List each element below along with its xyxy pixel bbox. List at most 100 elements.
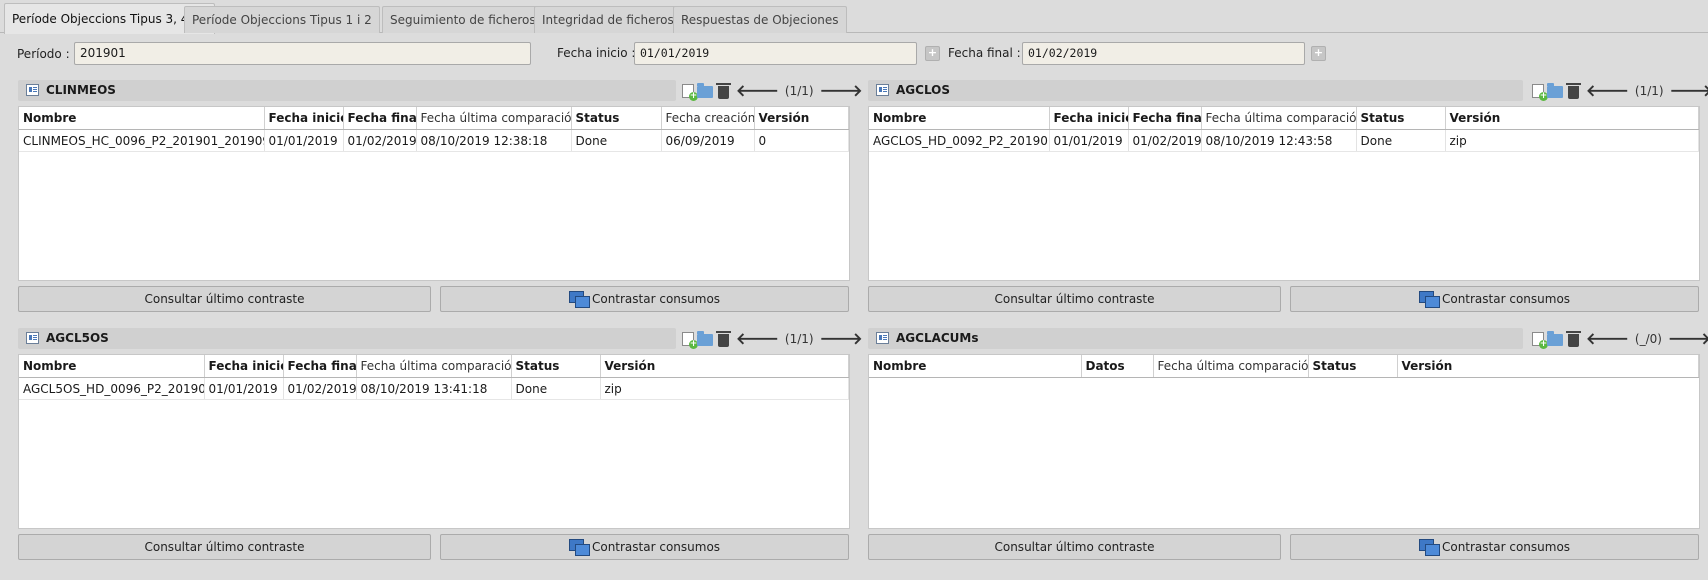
col-header[interactable]: Fecha última comparación — [1201, 107, 1357, 130]
arrow-right-icon[interactable]: 🡒 — [1668, 330, 1708, 347]
periodo-field[interactable]: 201901 — [74, 42, 531, 65]
panel-agcl5os-title: AGCL5OS — [18, 328, 676, 349]
button-label: Contrastar consumos — [591, 540, 721, 554]
monitors-icon — [568, 539, 590, 556]
tab-integridad-ficheros[interactable]: Integridad de ficheros — [534, 6, 682, 33]
new-file-icon[interactable] — [1532, 332, 1548, 349]
arrow-right-icon[interactable]: 🡒 — [820, 82, 863, 99]
col-header[interactable]: Versión — [754, 107, 849, 130]
consultar-ultimo-contraste-button[interactable]: Consultar último contraste — [18, 534, 431, 560]
table-row[interactable]: AGCL5OS_HD_0096_P2_201901 01/01/2019 01/… — [19, 377, 849, 400]
panel-agclos-title: AGCLOS — [868, 80, 1523, 101]
tab-respuestas-objeciones[interactable]: Respuestas de Objeciones — [673, 6, 847, 33]
cell-nombre: CLINMEOS_HC_0096_P2_201901_2019090 — [19, 129, 265, 152]
col-header[interactable]: Versión — [600, 355, 849, 378]
cell-fecha-creacion: 06/09/2019 — [661, 129, 755, 152]
cell-fecha-final: 01/02/2019 — [283, 377, 357, 400]
col-header[interactable]: Datos — [1081, 355, 1154, 378]
trash-icon[interactable] — [716, 330, 731, 347]
cell-version: 0 — [754, 129, 849, 152]
cell-status: Done — [511, 377, 601, 400]
col-header[interactable]: Status — [1356, 107, 1446, 130]
tab-seguimiento-ficheros[interactable]: Seguimiento de ficheros — [382, 6, 544, 33]
col-header[interactable]: Nombre — [869, 107, 1050, 130]
table-row[interactable]: AGCLOS_HD_0092_P2_201901 01/01/2019 01/0… — [869, 129, 1699, 152]
arrow-left-icon[interactable]: 🡐 — [1586, 82, 1629, 99]
contrastar-consumos-button[interactable]: Contrastar consumos — [440, 286, 849, 312]
consultar-ultimo-contraste-button[interactable]: Consultar último contraste — [868, 534, 1281, 560]
col-header[interactable]: Fecha creación — [661, 107, 755, 130]
trash-icon[interactable] — [1566, 330, 1581, 347]
col-header[interactable]: Fecha final — [283, 355, 357, 378]
arrow-left-icon[interactable]: 🡐 — [736, 82, 779, 99]
consultar-ultimo-contraste-button[interactable]: Consultar último contraste — [868, 286, 1281, 312]
col-header[interactable]: Fecha inicio — [204, 355, 284, 378]
contrastar-consumos-button[interactable]: Contrastar consumos — [440, 534, 849, 560]
col-header[interactable]: Fecha última comparación — [1153, 355, 1309, 378]
table-row[interactable]: CLINMEOS_HC_0096_P2_201901_2019090 01/01… — [19, 129, 849, 152]
cell-fecha-final: 01/02/2019 — [343, 129, 417, 152]
button-label: Contrastar consumos — [1441, 540, 1571, 554]
contrastar-consumos-button[interactable]: Contrastar consumos — [1290, 286, 1699, 312]
button-label: Contrastar consumos — [591, 292, 721, 306]
cell-fecha-comparacion: 08/10/2019 12:38:18 — [416, 129, 572, 152]
panel-title-text: AGCLOS — [896, 83, 951, 97]
monitors-icon — [1418, 539, 1440, 556]
col-header[interactable]: Status — [511, 355, 601, 378]
col-header[interactable]: Fecha inicio — [264, 107, 344, 130]
col-header[interactable]: Status — [571, 107, 662, 130]
new-file-icon[interactable] — [682, 84, 698, 101]
col-header[interactable]: Versión — [1397, 355, 1699, 378]
fecha-inicio-plus-icon[interactable]: + — [925, 46, 940, 61]
folder-icon[interactable] — [1547, 330, 1563, 346]
folder-icon[interactable] — [697, 330, 713, 346]
new-file-icon[interactable] — [682, 332, 698, 349]
panel-icon — [26, 84, 39, 96]
fecha-inicio-label: Fecha inicio : — [557, 46, 636, 60]
panel-agclacums-toolbar: 🡐 (_/0) 🡒 — [1532, 328, 1708, 349]
agclos-table: Nombre Fecha inicio Fecha final Fecha úl… — [868, 106, 1700, 281]
pager: (1/1) — [784, 331, 814, 346]
col-header[interactable]: Fecha final — [1128, 107, 1202, 130]
cell-fecha-comparacion: 08/10/2019 12:43:58 — [1201, 129, 1357, 152]
arrow-left-icon[interactable]: 🡐 — [736, 330, 779, 347]
cell-nombre: AGCL5OS_HD_0096_P2_201901 — [19, 377, 205, 400]
tab-periode-1-2[interactable]: Període Objeccions Tipus 1 i 2 — [184, 6, 380, 33]
cell-nombre: AGCLOS_HD_0092_P2_201901 — [869, 129, 1050, 152]
pager: (1/1) — [1634, 83, 1664, 98]
panel-title-text: CLINMEOS — [46, 83, 116, 97]
col-header[interactable]: Nombre — [869, 355, 1082, 378]
panel-agclacums-title: AGCLACUMs — [868, 328, 1523, 349]
fecha-final-plus-icon[interactable]: + — [1311, 46, 1326, 61]
panel-agcl5os-toolbar: 🡐 (1/1) 🡒 — [682, 328, 893, 349]
col-header[interactable]: Fecha última comparación — [416, 107, 572, 130]
pager: (_/0) — [1634, 331, 1662, 346]
folder-icon[interactable] — [1547, 82, 1563, 98]
col-header[interactable]: Status — [1308, 355, 1398, 378]
trash-icon[interactable] — [1566, 82, 1581, 99]
cell-fecha-inicio: 01/01/2019 — [1049, 129, 1129, 152]
col-header[interactable]: Fecha final — [343, 107, 417, 130]
col-header[interactable]: Nombre — [19, 355, 205, 378]
panel-clinmeos-title: CLINMEOS — [18, 80, 676, 101]
folder-icon[interactable] — [697, 82, 713, 98]
col-header[interactable]: Nombre — [19, 107, 265, 130]
col-header[interactable]: Fecha inicio — [1049, 107, 1129, 130]
new-file-icon[interactable] — [1532, 84, 1548, 101]
panel-icon — [876, 332, 889, 344]
arrow-right-icon[interactable]: 🡒 — [1670, 82, 1708, 99]
arrow-right-icon[interactable]: 🡒 — [820, 330, 863, 347]
fecha-final-field[interactable]: 01/02/2019 — [1022, 42, 1305, 65]
pager: (1/1) — [784, 83, 814, 98]
col-header[interactable]: Versión — [1445, 107, 1699, 130]
fecha-final-label: Fecha final : — [948, 46, 1021, 60]
consultar-ultimo-contraste-button[interactable]: Consultar último contraste — [18, 286, 431, 312]
col-header[interactable]: Fecha última comparación — [356, 355, 512, 378]
trash-icon[interactable] — [716, 82, 731, 99]
panel-agclos-toolbar: 🡐 (1/1) 🡒 — [1532, 80, 1708, 101]
arrow-left-icon[interactable]: 🡐 — [1586, 330, 1629, 347]
cell-status: Done — [571, 129, 662, 152]
fecha-inicio-field[interactable]: 01/01/2019 — [634, 42, 917, 65]
cell-fecha-final: 01/02/2019 — [1128, 129, 1202, 152]
contrastar-consumos-button[interactable]: Contrastar consumos — [1290, 534, 1699, 560]
